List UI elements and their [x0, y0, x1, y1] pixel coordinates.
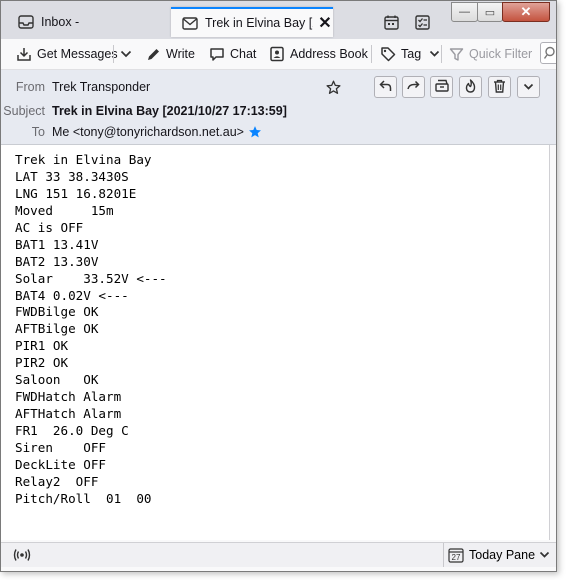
from-row: From Trek Transponder	[1, 77, 150, 97]
message-line: FWDHatch Alarm	[15, 389, 122, 405]
tag-label: Tag	[401, 47, 422, 61]
message-line: PIR1 OK	[15, 338, 69, 354]
address-book-button[interactable]: Address Book	[268, 43, 368, 65]
reply-icon	[379, 79, 392, 95]
write-button[interactable]: Write	[144, 43, 195, 65]
message-line: LAT 33 38.3430S	[15, 168, 129, 184]
subject-row: Subject Trek in Elvina Bay [2021/10/27 1…	[1, 101, 287, 121]
maximize-button[interactable]: ▭	[477, 2, 503, 22]
chevron-down-icon	[539, 551, 550, 559]
junk-button[interactable]	[459, 76, 482, 98]
star-icon[interactable]	[248, 125, 262, 139]
today-pane-toggle[interactable]: 27 Today Pane	[443, 543, 550, 567]
address-book-label: Address Book	[290, 47, 368, 61]
calendar-icon: 27	[448, 547, 464, 563]
message-line: AFTHatch Alarm	[15, 406, 122, 422]
search-input[interactable]	[540, 42, 556, 64]
toolbar-separator	[441, 45, 442, 63]
delete-button[interactable]	[488, 76, 511, 98]
from-label: From	[15, 80, 45, 94]
status-bar: 27 Today Pane	[1, 542, 556, 567]
message-line: BAT2 13.30V	[15, 253, 99, 269]
reply-button[interactable]	[374, 76, 397, 98]
get-messages-button[interactable]: Get Messages	[15, 43, 118, 65]
get-messages-label: Get Messages	[37, 47, 118, 61]
message-line: Moved 15m	[15, 202, 114, 218]
message-line: Siren OFF	[15, 439, 106, 455]
chat-icon	[208, 45, 226, 63]
message-line: Pitch/Roll 01 00	[15, 490, 152, 506]
archive-icon	[434, 79, 449, 95]
close-button[interactable]: ✕	[502, 2, 550, 22]
message-line: BAT1 13.41V	[15, 236, 99, 252]
filter-icon	[447, 45, 465, 63]
chevron-down-icon	[117, 45, 135, 63]
today-pane-label: Today Pane	[469, 548, 536, 562]
tab-inbox[interactable]: Inbox -	[7, 7, 167, 37]
junk-icon	[464, 78, 477, 96]
calendar-icon[interactable]	[381, 12, 401, 32]
to-row: To Me <tony@tonyrichardson.net.au>	[1, 122, 262, 142]
from-value[interactable]: Trek Transponder	[52, 80, 150, 94]
quick-filter-label: Quick Filter	[469, 47, 533, 61]
message-line: DeckLite OFF	[15, 456, 106, 472]
get-messages-dropdown[interactable]	[117, 43, 139, 65]
to-label: To	[31, 125, 45, 139]
message-line: PIR2 OK	[15, 355, 69, 371]
chat-button[interactable]: Chat	[208, 43, 256, 65]
message-line: FWDBilge OK	[15, 304, 99, 320]
star-icon[interactable]	[324, 78, 342, 96]
tab-close-icon[interactable]: ✕	[317, 13, 333, 33]
more-button[interactable]	[517, 76, 540, 98]
forward-icon	[407, 79, 420, 95]
message-line: Saloon OK	[15, 372, 99, 388]
envelope-icon	[181, 14, 199, 32]
write-label: Write	[166, 47, 195, 61]
address-book-icon	[268, 45, 286, 63]
pencil-icon	[144, 45, 162, 63]
tab-strip: Inbox - Trek in Elvina Bay [2021/10/27 1…	[1, 1, 556, 39]
message-header: From Trek Transponder Subject Trek in El…	[1, 70, 556, 145]
tab-message[interactable]: Trek in Elvina Bay [2021/10/27 17:13:59]…	[171, 7, 333, 37]
subject-label: Subject	[3, 104, 45, 118]
delete-icon	[493, 79, 506, 96]
message-line: Trek in Elvina Bay	[15, 152, 152, 167]
archive-button[interactable]	[430, 76, 453, 98]
download-icon	[15, 45, 33, 63]
message-line: Relay2 OFF	[15, 473, 99, 489]
search-icon	[543, 46, 556, 63]
message-line: AFTBilge OK	[15, 321, 99, 337]
minimize-button[interactable]: —	[451, 2, 478, 22]
tab-message-label: Trek in Elvina Bay [2021/10/27 17:13:59]	[205, 16, 313, 30]
mail-toolbar: Get Messages Write Chat Address Book Tag…	[1, 39, 556, 70]
message-line: FR1 26.0 Deg C	[15, 423, 129, 438]
subject-value: Trek in Elvina Bay [2021/10/27 17:13:59]	[52, 104, 287, 118]
toolbar-separator	[113, 45, 114, 63]
tag-button[interactable]: Tag	[379, 43, 447, 65]
chat-label: Chat	[230, 47, 257, 61]
inbox-icon	[17, 13, 35, 31]
tab-inbox-label: Inbox -	[41, 15, 80, 29]
chevron-down-icon	[523, 80, 534, 94]
forward-button[interactable]	[402, 76, 425, 98]
connection-icon[interactable]	[13, 547, 31, 563]
tag-icon	[379, 45, 397, 63]
message-line: Solar 33.52V <---	[15, 270, 167, 286]
thunderbird-window: Inbox - Trek in Elvina Bay [2021/10/27 1…	[0, 0, 557, 572]
message-line: AC is OFF	[15, 219, 84, 235]
message-line: BAT4 0.02V <---	[15, 287, 129, 303]
calendar-day: 27	[452, 553, 461, 562]
tasks-icon[interactable]	[412, 12, 432, 32]
toolbar-separator	[371, 45, 372, 63]
quick-filter-button[interactable]: Quick Filter	[447, 43, 532, 65]
message-body: Trek in Elvina Bay LAT 33 38.3430S LNG 151…	[1, 145, 550, 540]
to-value[interactable]: Me <tony@tonyrichardson.net.au>	[52, 125, 244, 139]
message-line: LNG 151 16.8201E	[15, 185, 137, 201]
